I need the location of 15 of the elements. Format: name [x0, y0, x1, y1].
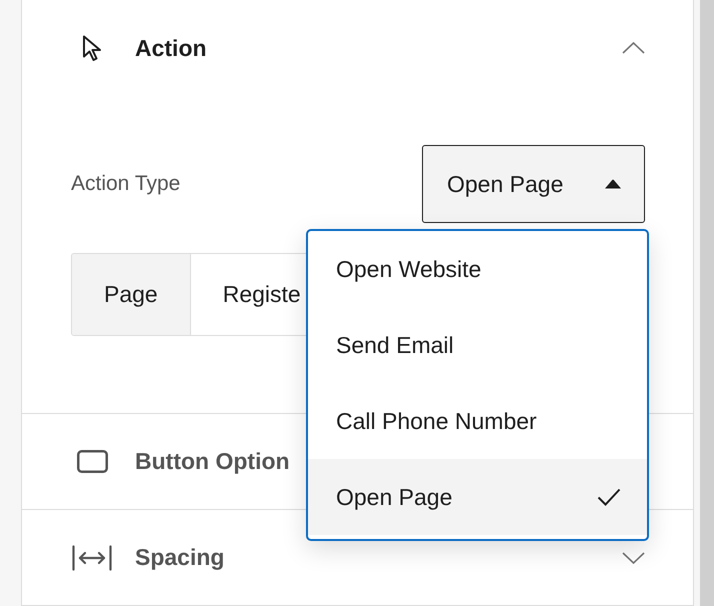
double-arrow-icon [72, 544, 112, 570]
scrollbar[interactable] [700, 0, 714, 606]
menu-option[interactable]: Open Page [308, 459, 647, 535]
check-icon [597, 488, 621, 506]
chevron-down-icon[interactable] [622, 552, 645, 564]
pointer-icon [82, 34, 102, 62]
field-label: Action Type [71, 172, 180, 196]
chevron-up-icon[interactable] [622, 42, 645, 54]
menu-option[interactable]: Call Phone Number [308, 383, 647, 459]
section-title[interactable]: Button Option [135, 448, 290, 475]
section-title[interactable]: Spacing [135, 544, 224, 571]
segment-tab[interactable]: Page [72, 254, 191, 335]
rectangle-icon [76, 450, 108, 473]
action-type-dropdown[interactable]: Open Page [422, 145, 645, 223]
section-title[interactable]: Action [135, 34, 207, 62]
